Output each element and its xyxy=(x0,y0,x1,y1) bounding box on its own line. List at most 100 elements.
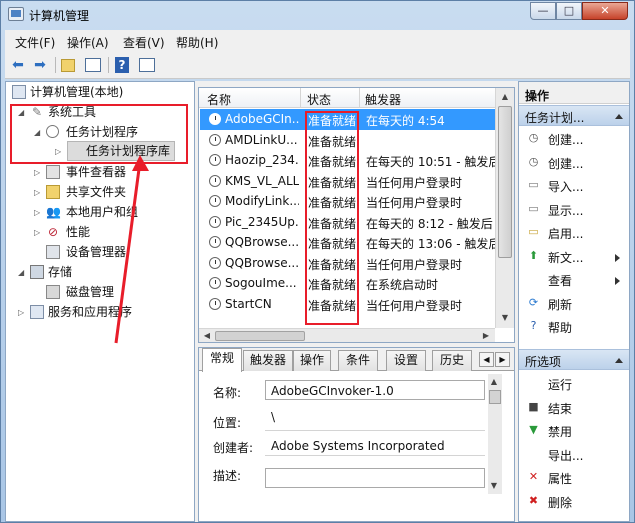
task-name: Haozip_234... xyxy=(225,153,299,167)
tree-disk-management[interactable]: 磁盘管理 xyxy=(66,283,114,301)
task-trigger: 在每天的 10:51 - 触发后 xyxy=(366,155,495,169)
action-import-task[interactable]: ▭ 导入... xyxy=(519,174,629,196)
menu-view[interactable]: 查看(V) xyxy=(123,34,165,51)
action-create-basic-task[interactable]: ◷ 创建... xyxy=(519,127,629,149)
scroll-up-icon[interactable]: ▲ xyxy=(497,89,513,105)
toolbar-separator xyxy=(55,57,56,73)
tree-event-viewer[interactable]: 事件查看器 xyxy=(66,163,126,181)
new-folder-icon: ⬆ xyxy=(528,248,539,262)
tab-scroll-left-icon[interactable]: ◀ xyxy=(479,352,494,367)
task-trigger: 当任何用户登录时 xyxy=(366,175,463,190)
task-trigger: 当任何用户登录时 xyxy=(366,196,463,210)
task-name: Pic_2345Up... xyxy=(225,214,299,229)
show-hide-tree-icon[interactable] xyxy=(85,58,101,72)
column-trigger[interactable]: 触发器 xyxy=(365,91,401,108)
column-status[interactable]: 状态 xyxy=(307,91,331,108)
tree-services-apps[interactable]: 服务和应用程序 xyxy=(48,303,132,321)
forward-arrow-icon[interactable]: ➡ xyxy=(31,56,49,74)
action-create-task[interactable]: ◷ 创建... xyxy=(519,151,629,173)
menu-help[interactable]: 帮助(H) xyxy=(176,34,218,51)
help-icon[interactable]: ? xyxy=(115,57,129,73)
device-manager-icon xyxy=(46,245,60,259)
description-field[interactable] xyxy=(265,468,485,488)
horizontal-scroll-thumb[interactable] xyxy=(215,331,305,341)
expand-arrow-icon[interactable]: ▷ xyxy=(34,208,40,217)
expand-arrow-icon[interactable]: ▷ xyxy=(34,188,40,197)
scroll-down-icon[interactable]: ▼ xyxy=(497,310,513,326)
action-help[interactable]: ? 帮助 xyxy=(519,315,629,337)
tab-actions[interactable]: 操作 xyxy=(293,350,331,371)
menu-action[interactable]: 操作(A) xyxy=(67,34,109,51)
tab-triggers[interactable]: 触发器 xyxy=(243,350,293,371)
action-properties[interactable]: ✕ 属性 xyxy=(519,466,629,488)
task-trigger: 在每天的 4:54 xyxy=(366,114,445,128)
location-label: 位置: xyxy=(213,416,242,430)
tree-storage[interactable]: 存储 xyxy=(48,263,72,281)
action-show-running[interactable]: ▭ 显示... xyxy=(519,198,629,220)
action-export[interactable]: 导出... xyxy=(519,443,629,465)
detail-scroll-thumb[interactable] xyxy=(489,390,501,404)
scroll-thumb[interactable] xyxy=(498,106,512,258)
window-title: 计算机管理 xyxy=(29,9,90,23)
author-label: 创建者: xyxy=(213,441,254,455)
tree-local-users[interactable]: 本地用户和组 xyxy=(66,203,138,221)
clock-icon xyxy=(209,236,221,248)
action-label: 导出... xyxy=(548,448,584,463)
expand-arrow-icon[interactable]: ▷ xyxy=(34,228,40,237)
users-icon: 👥 xyxy=(46,205,61,219)
tree-root[interactable]: 计算机管理(本地) xyxy=(30,83,123,101)
close-button[interactable]: ✕ xyxy=(582,2,628,20)
collapse-arrow-icon[interactable]: ◢ xyxy=(18,268,24,277)
minimize-button[interactable]: — xyxy=(530,2,556,20)
actions-pane: 操作 任务计划... ◷ 创建... ◷ 创建... ▭ 导入... ▭ 显示... ▭ 启用..… xyxy=(518,81,630,522)
action-enable-history[interactable]: ▭ 启用... xyxy=(519,221,629,243)
scroll-up-icon[interactable]: ▲ xyxy=(487,374,501,390)
scroll-right-icon[interactable]: ▶ xyxy=(478,328,494,342)
list-vertical-scrollbar[interactable]: ▲ ▼ xyxy=(495,88,514,328)
maximize-button[interactable]: □ xyxy=(556,2,582,20)
task-name: KMS_VL_ALL xyxy=(225,173,299,188)
action-label: 导入... xyxy=(548,180,584,194)
submenu-arrow-icon xyxy=(615,277,620,285)
actions-group-selected[interactable]: 所选项 xyxy=(519,349,629,370)
back-arrow-icon[interactable]: ⬅ xyxy=(9,56,27,74)
name-label: 名称: xyxy=(213,386,242,400)
up-folder-icon[interactable] xyxy=(61,59,75,72)
tab-history[interactable]: 历史 xyxy=(432,350,472,371)
toolbar: ⬅ ➡ ? xyxy=(5,52,630,79)
action-disable[interactable]: ▼ 禁用 xyxy=(519,419,629,441)
task-detail-panel: 常规 触发器 操作 条件 设置 历史 ◀ ▶ 名称: AdobeGCInvoke… xyxy=(198,347,515,522)
column-name[interactable]: 名称 xyxy=(207,91,231,108)
task-name: AdobeGCIn... xyxy=(225,112,299,126)
action-pane-icon[interactable] xyxy=(139,58,155,72)
expand-arrow-icon[interactable]: ▷ xyxy=(34,168,40,177)
tree-device-manager[interactable]: 设备管理器 xyxy=(66,243,126,261)
tab-conditions[interactable]: 条件 xyxy=(338,350,378,371)
tree-performance[interactable]: 性能 xyxy=(66,223,90,241)
action-run[interactable]: 运行 xyxy=(519,372,629,394)
list-horizontal-scrollbar[interactable]: ◀ ▶ xyxy=(199,328,495,342)
detail-scrollbar[interactable]: ▲ ▼ xyxy=(488,374,502,494)
action-delete[interactable]: ✖ 删除 xyxy=(519,490,629,512)
tab-scroll-right-icon[interactable]: ▶ xyxy=(495,352,510,367)
task-name: ModifyLink... xyxy=(225,194,299,208)
location-value: \ xyxy=(271,410,276,424)
expand-arrow-icon[interactable]: ▷ xyxy=(18,308,24,317)
action-refresh[interactable]: ⟳ 刷新 xyxy=(519,292,629,314)
action-view-menu[interactable]: 查看 xyxy=(519,268,629,290)
actions-group-scheduler[interactable]: 任务计划... xyxy=(519,105,629,126)
scroll-down-icon[interactable]: ▼ xyxy=(487,478,501,494)
submenu-arrow-icon xyxy=(615,253,620,262)
tab-general[interactable]: 常规 xyxy=(202,348,242,372)
action-new-folder[interactable]: ⬆ 新文... xyxy=(519,245,629,267)
action-end[interactable]: ■ 结束 xyxy=(519,396,629,418)
task-trigger: 在每天的 13:06 - 触发后 xyxy=(366,237,495,251)
tab-settings[interactable]: 设置 xyxy=(386,350,426,371)
tree-shared-folders[interactable]: 共享文件夹 xyxy=(66,183,126,201)
task-name: StartCN xyxy=(225,296,272,311)
name-value: AdobeGCInvoker-1.0 xyxy=(271,384,394,398)
computer-management-icon xyxy=(8,7,24,21)
disk-icon xyxy=(46,285,60,299)
scroll-left-icon[interactable]: ◀ xyxy=(199,328,215,342)
menu-file[interactable]: 文件(F) xyxy=(15,34,55,51)
